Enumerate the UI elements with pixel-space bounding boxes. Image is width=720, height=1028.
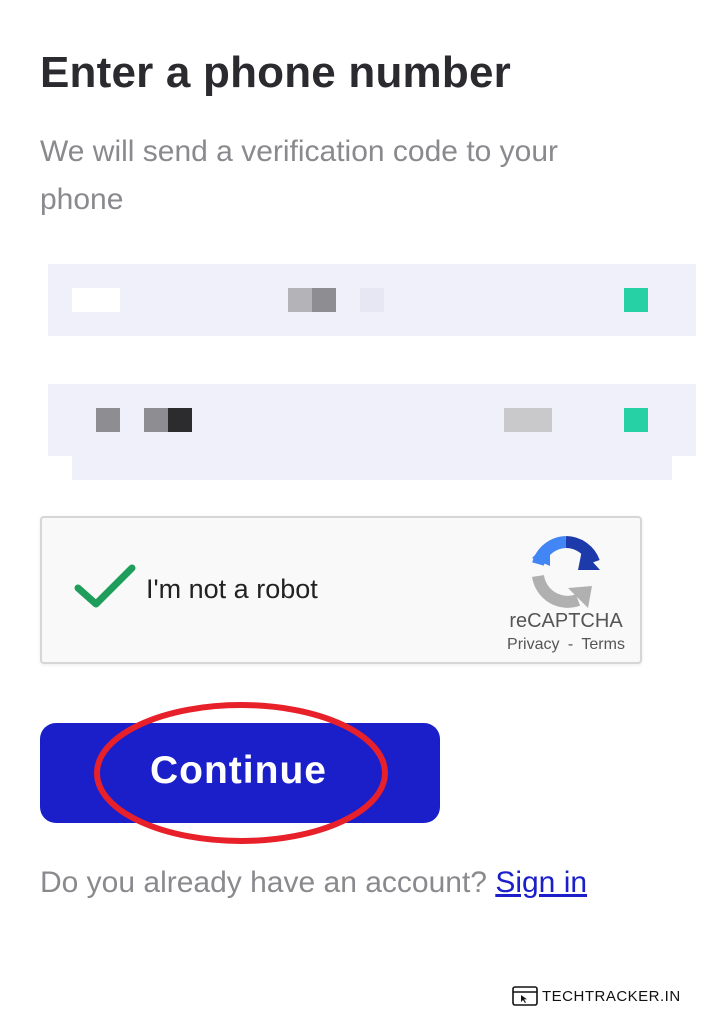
browser-window-icon bbox=[512, 986, 538, 1006]
redacted-block bbox=[168, 408, 192, 432]
watermark: TECHTRACKER.IN bbox=[512, 984, 681, 1008]
continue-button-label: Continue bbox=[150, 749, 327, 792]
redacted-block bbox=[72, 288, 120, 312]
redacted-block bbox=[360, 288, 384, 312]
watermark-text: TECHTRACKER.IN bbox=[542, 987, 681, 1005]
redacted-block bbox=[144, 408, 168, 432]
signin-prompt-text: Do you already have an account? bbox=[40, 866, 487, 899]
recaptcha-widget: I'm not a robot reCAPTCHA Privacy - Term… bbox=[40, 516, 642, 664]
privacy-link[interactable]: Privacy bbox=[507, 636, 559, 653]
recaptcha-links: Privacy - Terms bbox=[482, 636, 650, 654]
signin-link[interactable]: Sign in bbox=[495, 866, 587, 899]
recaptcha-brand: reCAPTCHA bbox=[509, 610, 623, 632]
redacted-block bbox=[312, 288, 336, 312]
redacted-block bbox=[288, 288, 312, 312]
page-title: Enter a phone number bbox=[40, 48, 511, 97]
status-indicator bbox=[624, 408, 648, 432]
phone-number-field[interactable] bbox=[48, 384, 696, 456]
redacted-block bbox=[96, 408, 120, 432]
phone-field-underline bbox=[72, 456, 672, 480]
page-subtitle: We will send a verification code to your… bbox=[40, 135, 559, 216]
recaptcha-label: I'm not a robot bbox=[146, 574, 318, 604]
phone-entry-screen: Enter a phone number We will send a veri… bbox=[0, 0, 720, 1028]
status-indicator bbox=[624, 288, 648, 312]
signin-prompt: Do you already have an account? Sign in bbox=[40, 866, 587, 900]
terms-link[interactable]: Terms bbox=[581, 636, 625, 653]
recaptcha-logo-icon bbox=[532, 536, 600, 608]
checkmark-icon[interactable] bbox=[74, 562, 138, 610]
redacted-block bbox=[504, 408, 552, 432]
continue-button[interactable]: Continue bbox=[40, 723, 440, 823]
country-select-field[interactable] bbox=[48, 264, 696, 336]
link-separator: - bbox=[567, 636, 574, 653]
